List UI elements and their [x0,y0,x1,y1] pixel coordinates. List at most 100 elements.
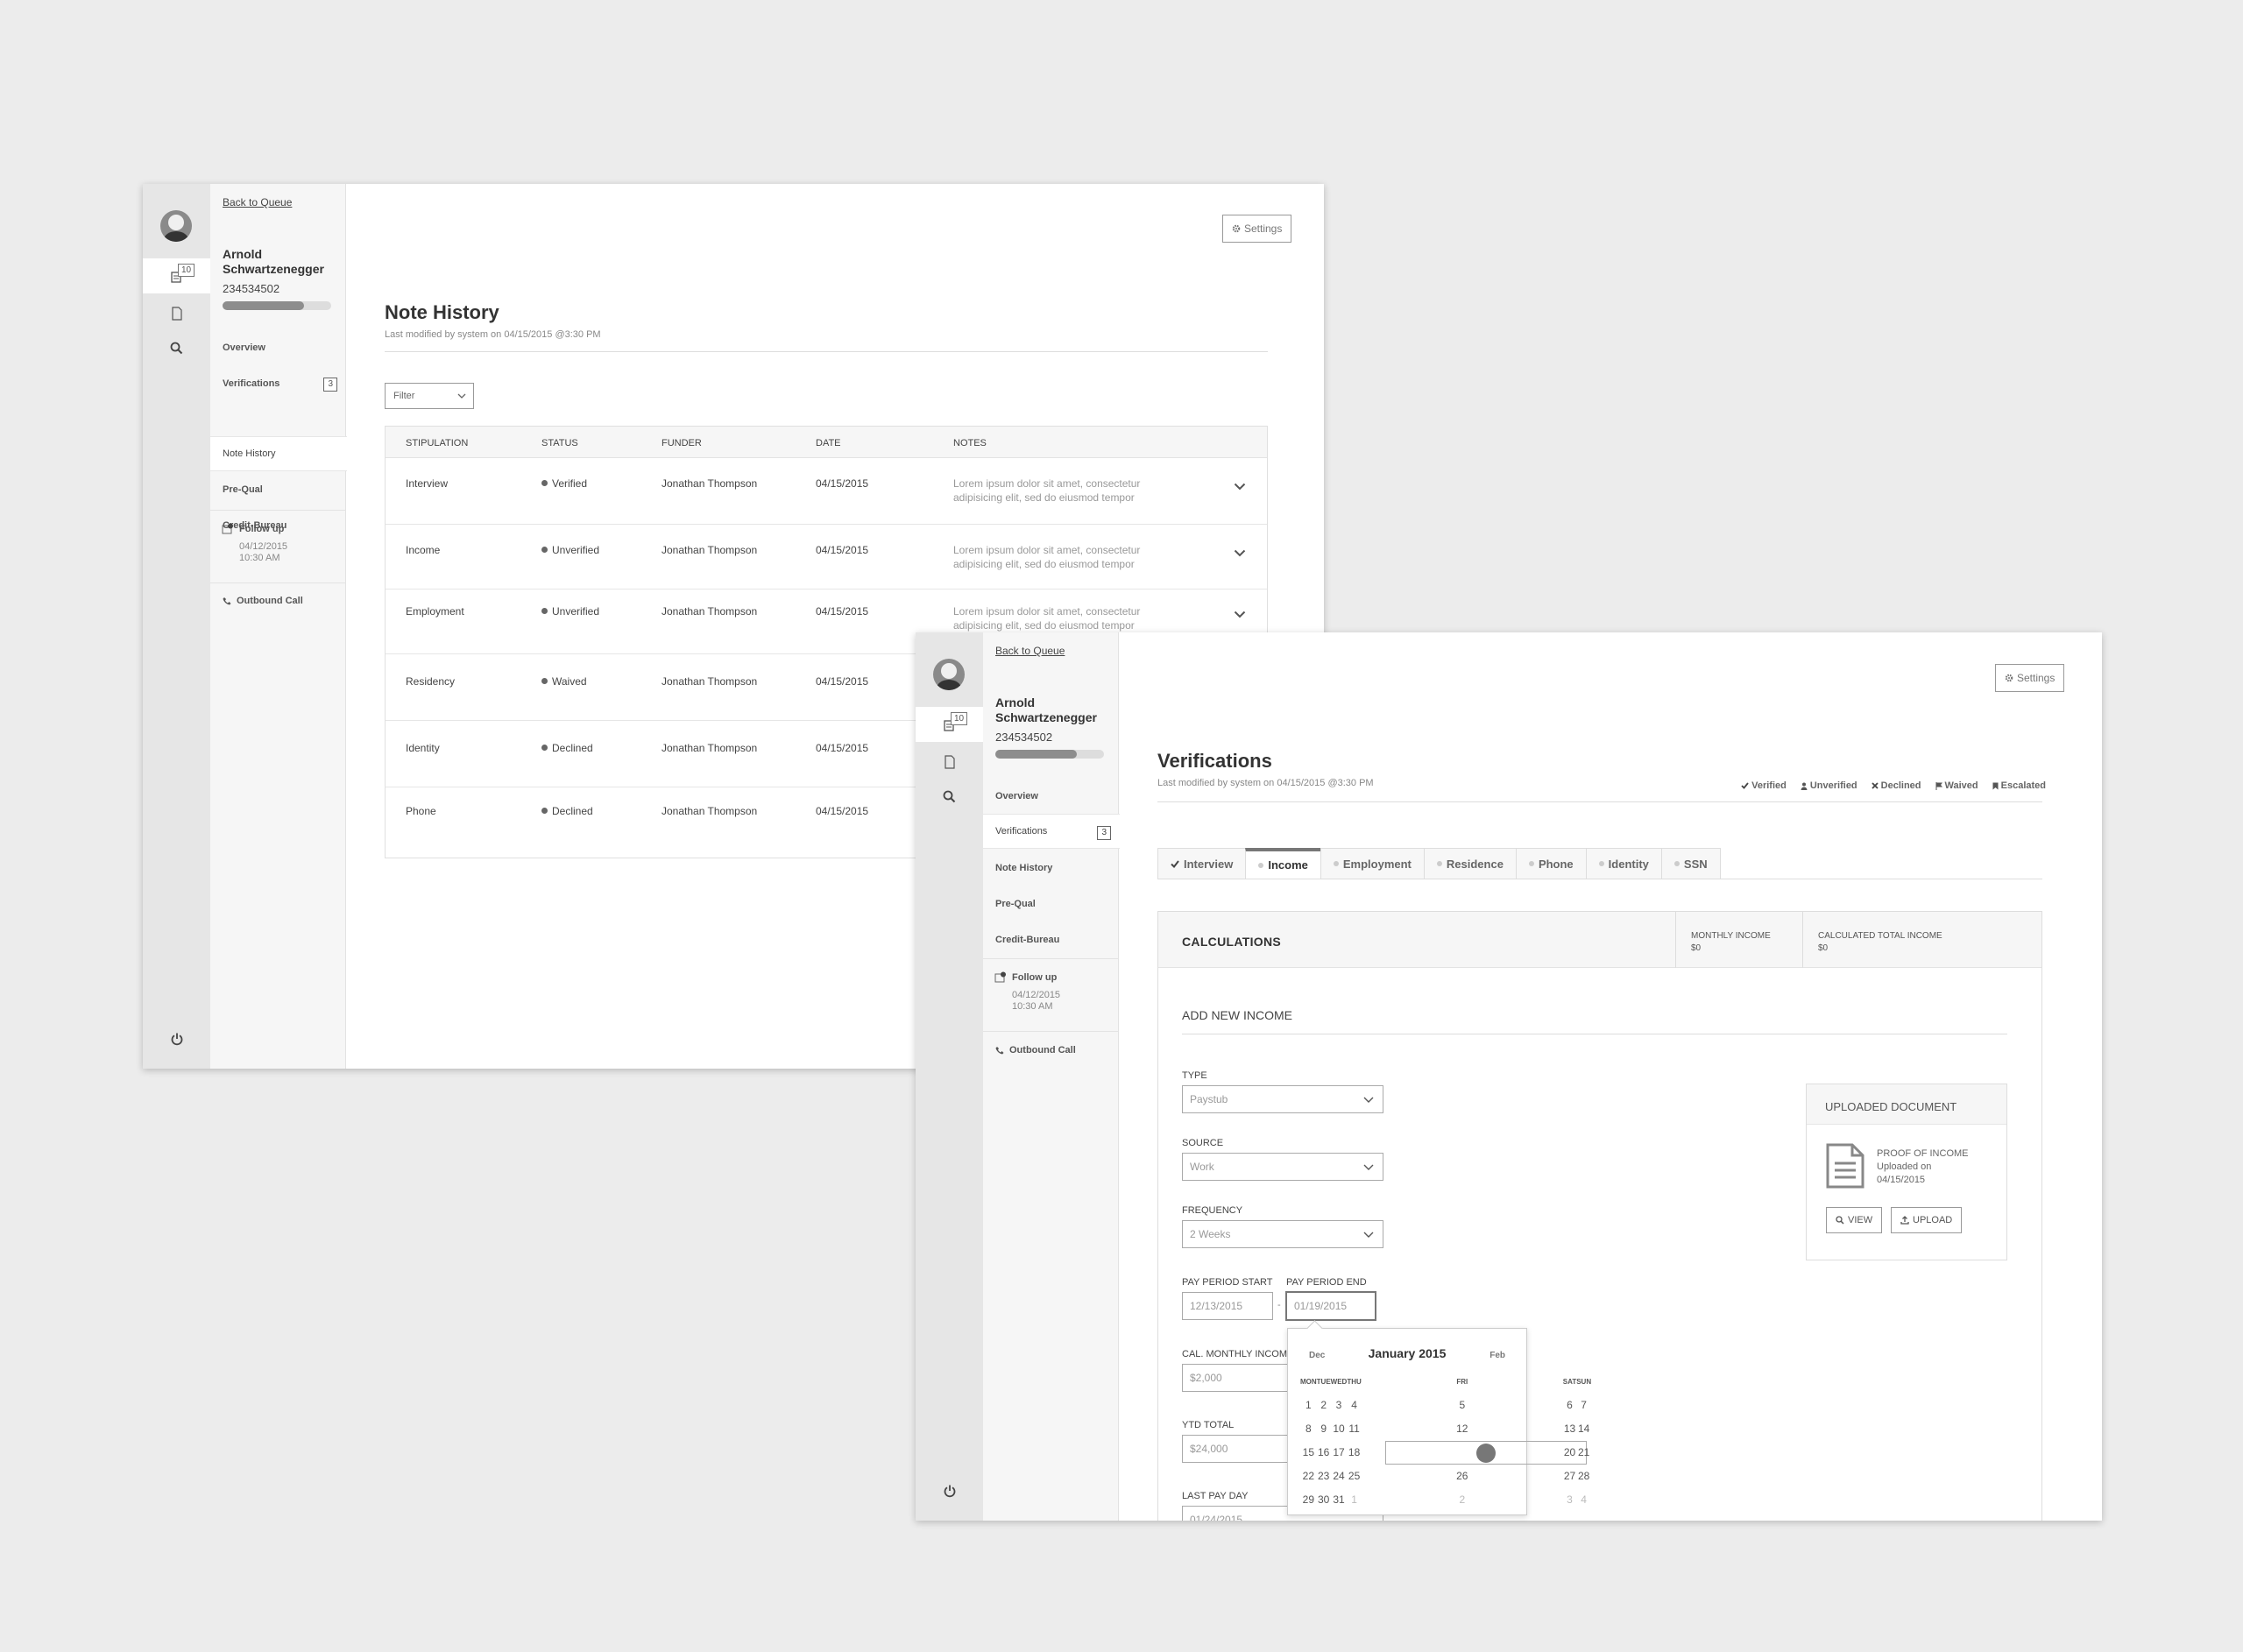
pay-period-end-input[interactable]: 01/19/2015 [1285,1291,1376,1321]
calendar-day[interactable]: 3 [1331,1394,1348,1417]
calendar-day[interactable]: 17 [1331,1441,1348,1465]
icon-rail: 10 [916,632,983,1521]
sidebar-item-note-history[interactable]: Note History [210,436,347,471]
type-label: TYPE [1182,1070,1207,1081]
chevron-down-icon[interactable] [1234,611,1246,618]
sidebar-item-pre-qual[interactable]: Pre-Qual [210,472,346,507]
tab-employment[interactable]: Employment [1320,848,1424,879]
document-icon [944,755,955,769]
calendar-day[interactable]: 13 [1563,1417,1576,1441]
settings-button[interactable]: Settings [1222,215,1292,243]
next-month-button[interactable]: Feb [1489,1351,1505,1360]
search-rail-button[interactable] [916,779,983,814]
source-value: Work [1190,1161,1214,1173]
queue-count-badge: 10 [951,712,968,725]
pay-period-start-input[interactable]: 12/13/2015 [1182,1292,1273,1320]
tab-ssn[interactable]: SSN [1660,848,1721,879]
search-rail-button[interactable] [143,330,210,365]
table-row[interactable]: Income Unverified Jonathan Thompson 04/1… [386,525,1267,589]
logout-rail-button[interactable] [916,1473,983,1508]
calendar-day[interactable]: 3 [1563,1488,1576,1512]
calendar-day[interactable]: 7 [1576,1394,1591,1417]
table-row[interactable]: Interview Verified Jonathan Thompson 04/… [386,458,1267,525]
calendar-day[interactable]: 4 [1576,1488,1591,1512]
calendar-day[interactable]: 8 [1300,1417,1317,1441]
documents-rail-button[interactable] [916,745,983,780]
frequency-select[interactable]: 2 Weeks [1182,1220,1383,1248]
calendar-day[interactable]: 21 [1576,1441,1591,1465]
view-button[interactable]: VIEW [1826,1207,1883,1233]
queue-rail-button[interactable]: 10 [916,707,983,742]
calendar-day[interactable]: 1 [1300,1394,1317,1417]
calendar-day[interactable]: 20 [1563,1441,1576,1465]
calendar-day[interactable]: 24 [1331,1465,1348,1488]
documents-rail-button[interactable] [143,296,210,331]
calendar-day-label: 23 [1317,1470,1330,1482]
tab-interview[interactable]: Interview [1157,848,1246,879]
follow-up-label: Follow up [1012,972,1058,983]
sidebar-item-credit-bureau[interactable]: Credit-Bureau [983,922,1119,957]
tab-identity[interactable]: Identity [1585,848,1661,879]
chevron-down-icon[interactable] [1234,549,1246,557]
back-to-queue-link[interactable]: Back to Queue [223,196,292,208]
type-select[interactable]: Paystub [1182,1085,1383,1113]
calendar-day[interactable]: 2 [1362,1488,1563,1512]
follow-up-reminder[interactable]: Follow up 04/12/2015 10:30 AM [983,958,1119,1032]
calendar-day[interactable]: 10 [1331,1417,1348,1441]
filter-dropdown[interactable]: Filter [385,383,474,409]
calendar-day[interactable]: 1 [1347,1488,1361,1512]
sidebar-item-label: Note History [223,448,276,459]
sidebar-item-overview[interactable]: Overview [210,330,346,365]
calendar-day[interactable]: 11 [1347,1417,1361,1441]
tab-residence[interactable]: Residence [1423,848,1516,879]
uploaded-on-label: Uploaded on [1877,1161,1932,1172]
calendar-day[interactable]: 5 [1362,1394,1563,1417]
calendar-day[interactable]: 12 [1362,1417,1563,1441]
logout-rail-button[interactable] [143,1021,210,1056]
chevron-down-icon[interactable] [1234,483,1246,491]
outbound-call-button[interactable]: Outbound Call [995,1045,1076,1055]
stipulation-cell: Identity [406,742,440,754]
tab-income[interactable]: Income [1245,848,1320,879]
back-to-queue-link[interactable]: Back to Queue [995,645,1065,657]
outbound-call-button[interactable]: Outbound Call [223,596,303,606]
status-legend: Verified Unverified Declined Waived Esca… [1741,780,2046,791]
calendar-day[interactable]: 23 [1317,1465,1331,1488]
calendar-day[interactable]: 30 [1317,1488,1331,1512]
calendar-day-selected[interactable]: 19 [1384,1441,1587,1465]
patient-name: Arnold Schwartzenegger [223,247,324,276]
status-cell: Unverified [541,544,599,556]
sidebar-item-overview[interactable]: Overview [983,779,1119,814]
avatar[interactable] [160,210,192,242]
calendar-day[interactable]: 18 [1347,1441,1361,1465]
sidebar-item-pre-qual[interactable]: Pre-Qual [983,886,1119,921]
calendar-day[interactable]: 4 [1347,1394,1361,1417]
sidebar-item-note-history[interactable]: Note History [983,851,1119,886]
calendar-day[interactable]: 31 [1331,1488,1348,1512]
upload-label: UPLOAD [1913,1215,1953,1225]
queue-rail-button[interactable]: 10 [143,258,210,293]
calendar-day[interactable]: 14 [1576,1417,1591,1441]
tab-phone[interactable]: Phone [1515,848,1586,879]
sidebar-item-verifications[interactable]: Verifications 3 [210,366,346,401]
calendar-day[interactable]: 6 [1563,1394,1576,1417]
add-income-title: ADD NEW INCOME [1182,1008,1292,1022]
calendar-day[interactable]: 9 [1317,1417,1331,1441]
follow-up-reminder[interactable]: Follow up 04/12/2015 10:30 AM [210,510,346,583]
upload-button[interactable]: UPLOAD [1891,1207,1963,1233]
calendar-day[interactable]: 26 [1362,1465,1563,1488]
calendar-day[interactable]: 16 [1317,1441,1331,1465]
legend-label: Unverified [1809,780,1857,791]
calendar-day[interactable]: 25 [1347,1465,1361,1488]
calendar-day[interactable]: 27 [1563,1465,1576,1488]
settings-button[interactable]: Settings [1995,664,2065,692]
sidebar-item-verifications[interactable]: Verifications 3 [983,814,1120,849]
calendar-day[interactable]: 15 [1300,1441,1317,1465]
calendar-day[interactable]: 2 [1317,1394,1331,1417]
follow-up-label: Follow up [239,524,285,534]
calendar-day[interactable]: 29 [1300,1488,1317,1512]
calendar-day[interactable]: 28 [1576,1465,1591,1488]
calendar-day[interactable]: 22 [1300,1465,1317,1488]
avatar[interactable] [933,659,965,690]
source-select[interactable]: Work [1182,1153,1383,1181]
